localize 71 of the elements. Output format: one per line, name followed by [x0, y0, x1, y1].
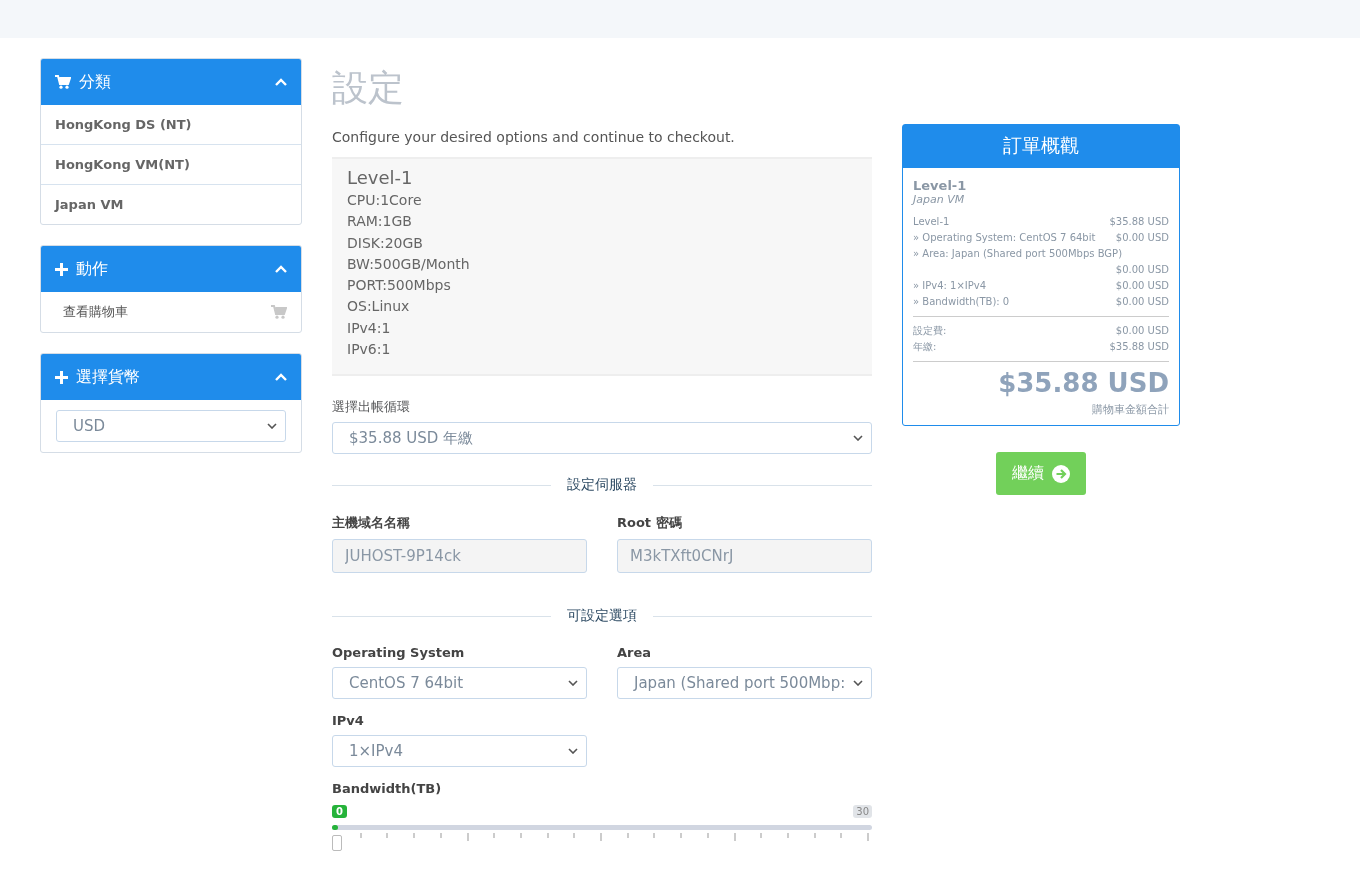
cart-icon	[271, 305, 287, 319]
chevron-up-icon	[275, 78, 287, 86]
select-field[interactable]: CentOS 7 64bit	[332, 667, 587, 700]
value-badge: 0	[332, 805, 347, 819]
field-label: Area	[617, 645, 653, 661]
field-label: IPv4	[332, 713, 365, 729]
field-label: 選擇出帳循環	[332, 398, 411, 417]
text-input[interactable]: JUHOST-9P14ck	[332, 539, 587, 574]
view-cart-link[interactable]: 查看購物車	[63, 303, 128, 321]
field-label: Operating System	[332, 645, 466, 661]
product-group: Japan VM	[913, 193, 1169, 206]
continue-button[interactable]: 繼續	[996, 452, 1086, 495]
line-item-label: Level-1	[913, 215, 950, 229]
field-label: Root 密碼	[617, 514, 683, 533]
line-item-price: $35.88 USD	[1108, 215, 1169, 229]
spec-line: OS:Linux	[347, 297, 411, 317]
plus-icon	[55, 370, 68, 384]
spec-line: BW:500GB/Month	[347, 254, 471, 274]
product-name: Level-1	[913, 178, 968, 193]
caret-icon	[853, 680, 863, 687]
line-item-price: $0.00 USD	[1114, 295, 1169, 309]
section-heading: 設定伺服器	[567, 476, 637, 495]
line-item-price: $0.00 USD	[1114, 231, 1169, 245]
product-name: Level-1	[347, 167, 414, 188]
line-item-label: » Operating System: CentOS 7 64bit	[913, 231, 1096, 245]
currency-select[interactable]: USD	[56, 410, 286, 442]
summary-title: 訂單概觀	[903, 125, 1179, 168]
caret-icon	[853, 435, 863, 442]
chevron-up-icon	[275, 265, 287, 273]
fee-price: $0.00 USD	[1114, 324, 1169, 338]
line-item-label: » Area: Japan (Shared port 500Mbps BGP)	[913, 247, 1123, 261]
spec-line: IPv6:1	[347, 340, 392, 360]
line-item-price: $0.00 USD	[1114, 263, 1169, 277]
caret-icon	[568, 680, 578, 687]
line-item-label: » IPv4: 1×IPv4	[913, 279, 987, 293]
slider-handle[interactable]	[332, 835, 342, 852]
plus-icon	[55, 262, 68, 276]
select-field[interactable]: Japan (Shared port 500Mbp:	[617, 667, 872, 700]
page-title: 設定	[332, 66, 405, 110]
panel-header[interactable]: 選擇貨幣	[41, 354, 301, 400]
spec-line: CPU:1Core	[347, 191, 423, 210]
caret-icon	[267, 423, 277, 429]
category-link[interactable]: Japan VM	[41, 184, 301, 224]
category-link[interactable]: HongKong VM(NT)	[41, 144, 301, 184]
field-label: 主機域名名稱	[332, 514, 411, 533]
panel-header[interactable]: 動作	[41, 246, 301, 292]
caret-icon	[568, 748, 578, 755]
spec-line: PORT:500Mbps	[347, 276, 452, 296]
slider-track[interactable]	[332, 825, 872, 831]
spec-line: RAM:1GB	[347, 212, 413, 232]
spec-line: IPv4:1	[347, 318, 392, 338]
fee-label: 年繳:	[913, 340, 937, 354]
cart-icon	[55, 75, 71, 89]
arrow-right-circle-icon	[1052, 464, 1070, 483]
line-item-label: » Bandwidth(TB): 0	[913, 295, 1010, 309]
billing-cycle-select[interactable]: $35.88 USD 年繳	[332, 422, 872, 455]
chevron-up-icon	[275, 373, 287, 381]
total-label: 購物車金額合計	[1091, 402, 1169, 417]
category-link[interactable]: HongKong DS (NT)	[41, 105, 301, 144]
panel-header[interactable]: 分類	[41, 59, 301, 105]
total-price: $35.88 USD	[997, 368, 1169, 398]
section-heading: 可設定選項	[567, 607, 637, 626]
spec-line: DISK:20GB	[347, 233, 424, 253]
fee-label: 設定費:	[913, 324, 947, 338]
max-badge: 30	[853, 805, 872, 819]
subtitle-text: Configure your desired options and continue to checkout.	[332, 129, 736, 145]
fee-price: $35.88 USD	[1108, 340, 1169, 354]
field-label: Bandwidth(TB)	[332, 781, 443, 797]
text-input[interactable]: M3kTXft0CNrJ	[617, 539, 872, 574]
line-item-price: $0.00 USD	[1114, 279, 1169, 293]
select-field[interactable]: 1×IPv4	[332, 735, 587, 768]
